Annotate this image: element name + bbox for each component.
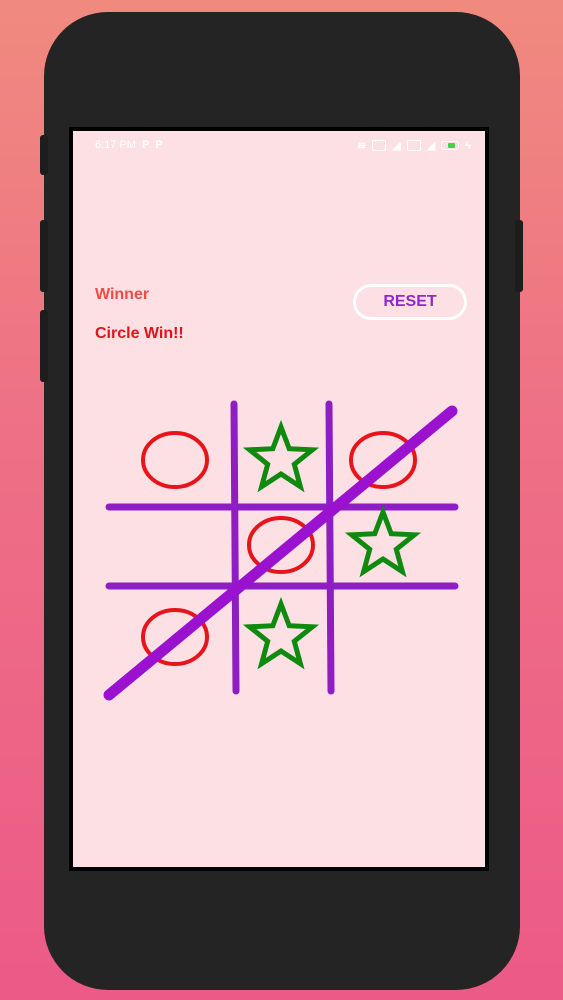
side-button-left-low: [40, 310, 48, 382]
side-button-left-mid: [40, 220, 48, 292]
app-screen: 6:17 PM P P ≋ ◢ ◢ ϟ Winner Circle Win!! …: [73, 131, 485, 867]
side-button-right: [515, 220, 523, 292]
board-cell-1-0[interactable]: [130, 505, 220, 585]
side-button-left-top: [40, 135, 48, 175]
grid-line-vertical: [325, 400, 335, 695]
grid-line-vertical: [230, 400, 240, 695]
board-cell-2-2[interactable]: [338, 597, 428, 677]
game-board: [103, 400, 459, 701]
